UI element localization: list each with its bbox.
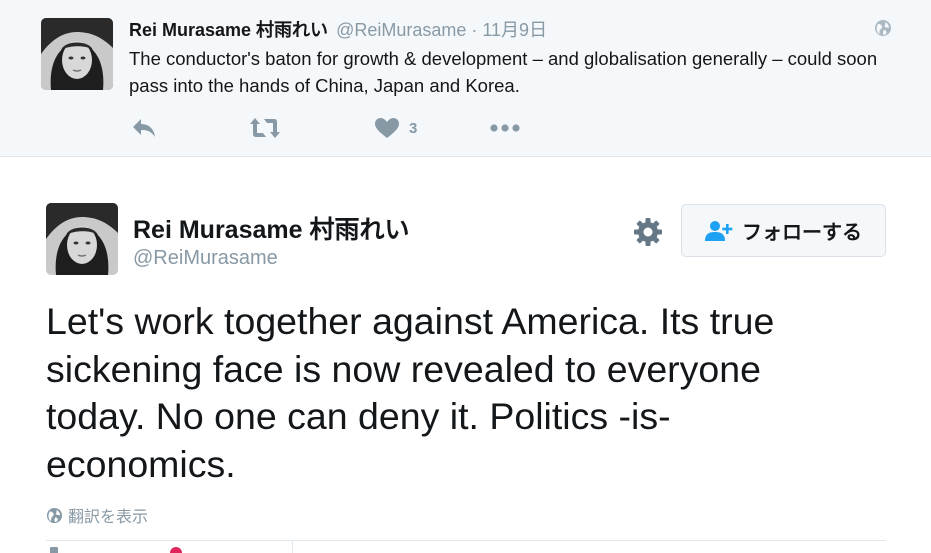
retweet-icon xyxy=(250,118,280,138)
divider xyxy=(292,540,293,553)
follow-label: フォローする xyxy=(742,222,862,244)
follow-button[interactable]: フォローする xyxy=(681,204,886,257)
like-button[interactable]: 3 xyxy=(374,114,417,142)
follow-user-icon xyxy=(705,220,733,241)
avatar[interactable] xyxy=(41,18,113,90)
tweet-text: The conductor's baton for growth & devel… xyxy=(129,48,878,96)
translate-label: 翻訳を表示 xyxy=(68,509,149,526)
reply-button[interactable] xyxy=(131,114,157,142)
heart-icon xyxy=(375,118,399,138)
globe-icon xyxy=(46,507,63,523)
like-stat-icon xyxy=(170,547,182,553)
context-tweet[interactable]: Rei Murasame 村雨れい @ReiMurasame · 11月9日 T… xyxy=(0,0,931,157)
username[interactable]: @ReiMurasame xyxy=(336,20,466,41)
like-count: 3 xyxy=(409,119,418,137)
translate-link[interactable]: 翻訳を表示 xyxy=(46,505,149,526)
retweet-button[interactable] xyxy=(249,114,281,142)
timestamp[interactable]: 11月9日 xyxy=(482,16,547,42)
divider xyxy=(46,540,886,541)
gear-icon[interactable] xyxy=(633,217,663,247)
tweet-actions: 3 xyxy=(0,114,931,142)
tweet-text: Let's work together against America. Its… xyxy=(46,300,775,485)
avatar[interactable] xyxy=(46,203,118,275)
username[interactable]: @ReiMurasame xyxy=(133,247,278,270)
retweet-stat-icon xyxy=(50,547,58,553)
more-icon xyxy=(490,124,520,132)
display-name[interactable]: Rei Murasame 村雨れい xyxy=(129,16,328,42)
separator: · xyxy=(471,20,478,40)
tweet-header: Rei Murasame 村雨れい @ReiMurasame · 11月9日 xyxy=(129,16,547,40)
display-name[interactable]: Rei Murasame 村雨れい xyxy=(133,210,409,246)
globe-icon xyxy=(875,20,891,36)
more-button[interactable] xyxy=(489,114,521,142)
reply-icon xyxy=(133,119,155,137)
